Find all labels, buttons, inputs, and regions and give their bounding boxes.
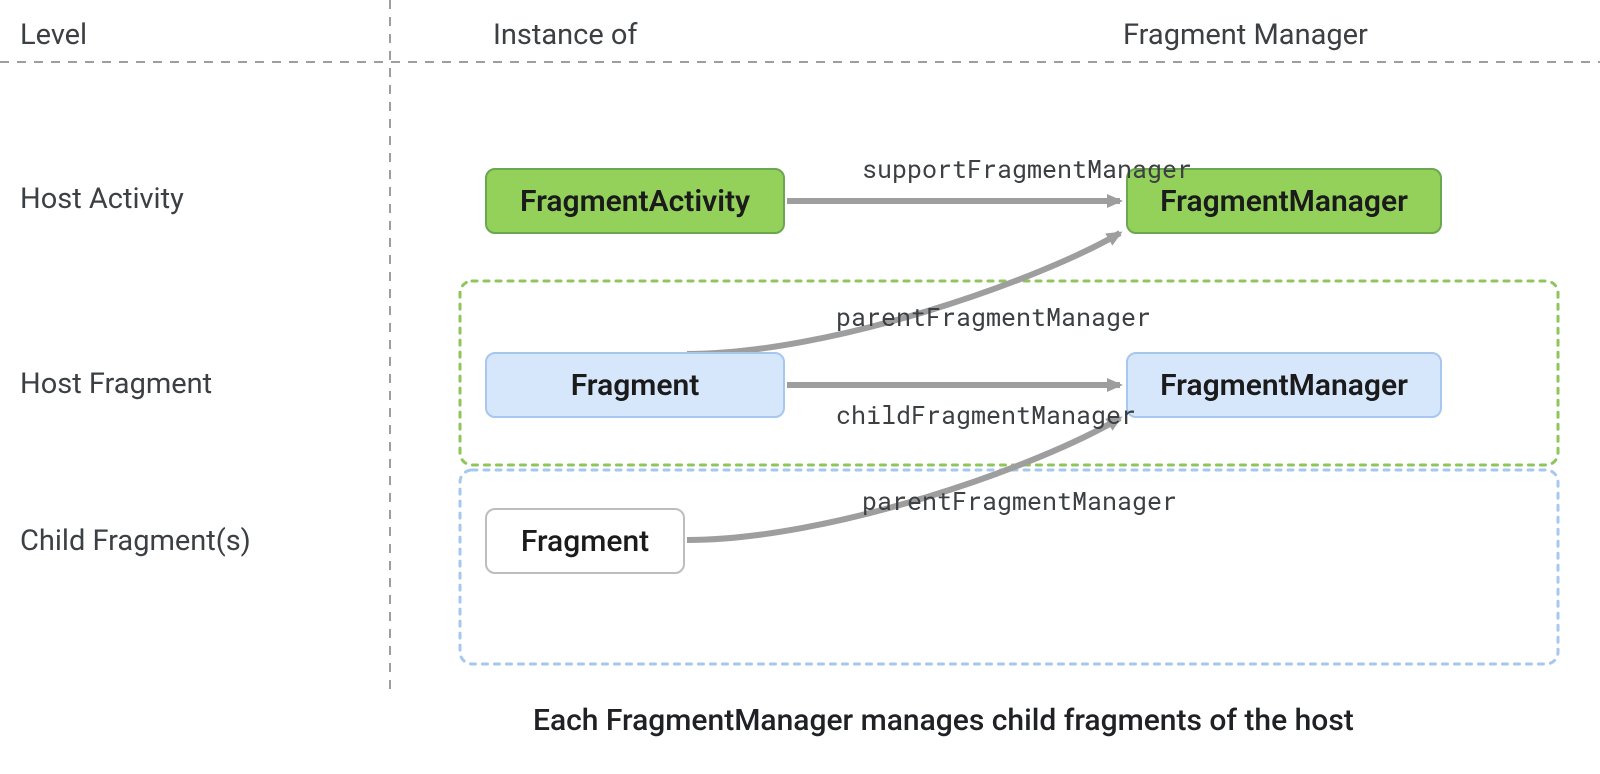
label-parent-fragment-manager-bottom: parentFragmentManager — [862, 484, 1177, 517]
row-host-activity: Host Activity — [20, 182, 184, 216]
header-level: Level — [20, 18, 87, 52]
label-parent-fragment-manager-top: parentFragmentManager — [836, 300, 1151, 333]
row-host-fragment: Host Fragment — [20, 367, 212, 401]
row-child-fragments: Child Fragment(s) — [20, 524, 251, 558]
node-fragment-blue: Fragment — [485, 352, 785, 418]
diagram-stage: Level Instance of Fragment Manager Host … — [0, 0, 1600, 774]
label-child-fragment-manager: childFragmentManager — [836, 398, 1136, 431]
label-support-fragment-manager: supportFragmentManager — [862, 152, 1192, 185]
header-instance: Instance of — [493, 18, 638, 52]
node-fragment-activity: FragmentActivity — [485, 168, 785, 234]
node-fragment-manager-blue: FragmentManager — [1126, 352, 1442, 418]
node-fragment-white: Fragment — [485, 508, 685, 574]
diagram-caption: Each FragmentManager manages child fragm… — [533, 703, 1354, 738]
header-manager: Fragment Manager — [1123, 18, 1368, 52]
